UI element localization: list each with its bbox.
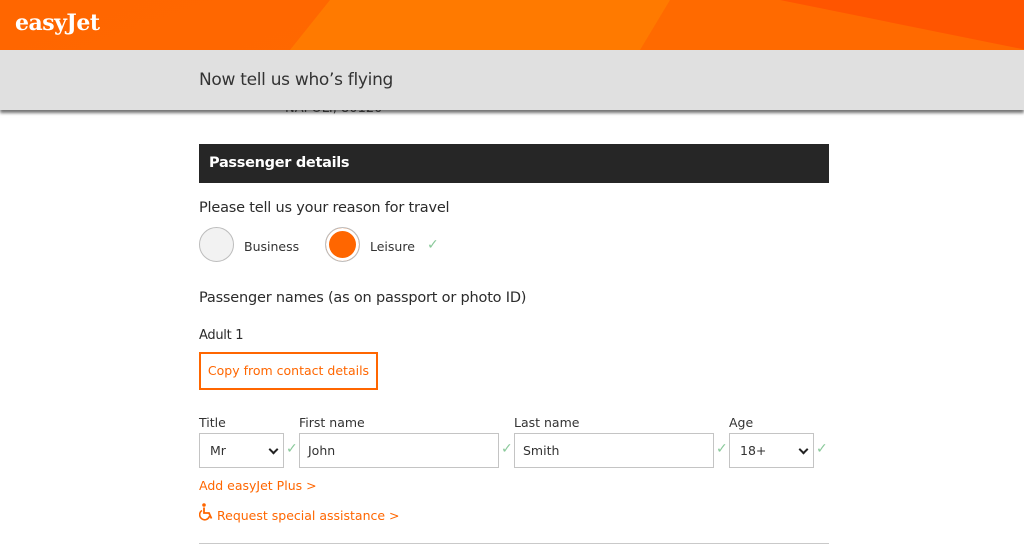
section-divider (199, 543, 829, 544)
age-select-value: 18+ (740, 443, 767, 458)
valid-check-icon: ✓ (286, 441, 298, 457)
title-select[interactable]: Mr (199, 433, 284, 468)
page-title: Now tell us who’s flying (199, 70, 394, 90)
valid-check-icon: ✓ (501, 441, 513, 457)
age-select[interactable]: 18+ (729, 433, 814, 468)
valid-check-icon: ✓ (427, 237, 439, 253)
special-assistance-link[interactable]: Request special assistance > (217, 508, 400, 523)
reason-label-leisure[interactable]: Leisure (370, 239, 415, 254)
first-name-label: First name (299, 415, 365, 430)
first-name-value: John (308, 443, 336, 458)
passenger-names-heading: Passenger names (as on passport or photo… (199, 290, 527, 306)
chevron-down-icon (268, 444, 279, 455)
last-name-label: Last name (514, 415, 580, 430)
passenger-label: Adult 1 (199, 328, 244, 343)
valid-check-icon: ✓ (816, 441, 828, 457)
title-select-value: Mr (210, 443, 226, 458)
brand-header: easyJet (0, 0, 1024, 50)
valid-check-icon: ✓ (716, 441, 728, 457)
last-name-input[interactable]: Smith (514, 433, 714, 468)
reason-question: Please tell us your reason for travel (199, 200, 450, 216)
passenger-details-header: Passenger details (199, 144, 829, 183)
easyjet-logo[interactable]: easyJet (15, 10, 100, 36)
reason-label-business[interactable]: Business (244, 239, 299, 254)
age-label: Age (729, 415, 754, 430)
copy-from-contact-button[interactable]: Copy from contact details (199, 352, 378, 390)
reason-radio-business[interactable] (199, 227, 234, 262)
add-easyjet-plus-link[interactable]: Add easyJet Plus > (199, 478, 317, 493)
wheelchair-icon (199, 503, 213, 521)
chevron-down-icon (798, 444, 809, 455)
sticky-subheader: Now tell us who’s flying (0, 50, 1024, 110)
last-name-value: Smith (523, 443, 560, 458)
first-name-input[interactable]: John (299, 433, 499, 468)
section-title: Passenger details (209, 155, 350, 171)
reason-radio-leisure[interactable] (325, 227, 360, 262)
title-label: Title (199, 415, 226, 430)
